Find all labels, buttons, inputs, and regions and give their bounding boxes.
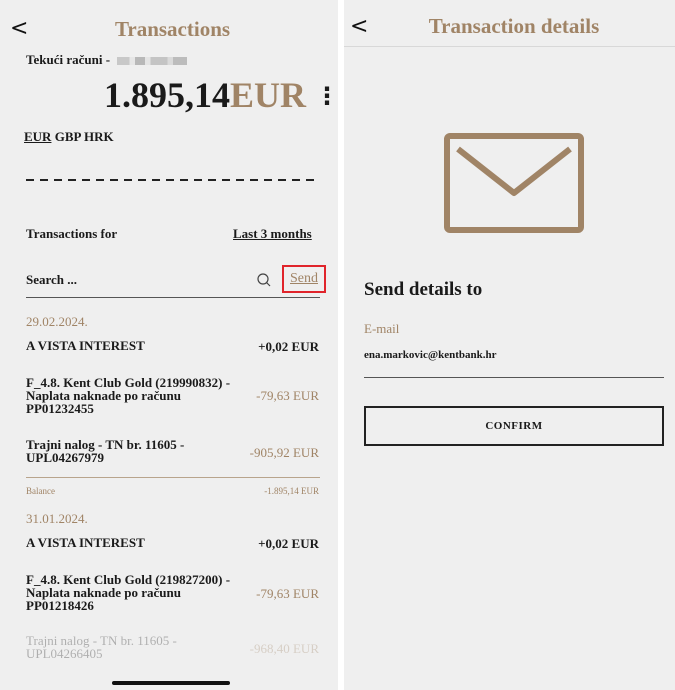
account-number-masked [117, 57, 188, 66]
transaction-amount: -79,63 EUR [256, 586, 319, 601]
confirm-button[interactable]: CONFIRM [364, 406, 664, 446]
transaction-amount: -79,63 EUR [256, 388, 319, 403]
balance-label: Balance [26, 486, 55, 496]
transactions-for-label: Transactions for [26, 226, 118, 241]
currency-selector: EUR GBP HRK [24, 129, 114, 145]
currency-hrk[interactable]: HRK [84, 129, 114, 144]
currency-eur[interactable]: EUR [24, 129, 51, 144]
balance-amount: 1.895,14 [104, 75, 230, 115]
transaction-amount: +0,02 EUR [258, 339, 319, 354]
more-icon[interactable]: ⋮ [315, 82, 338, 110]
page-title: Transactions [114, 17, 231, 41]
date-header: 31.01.2024. [26, 511, 88, 526]
transaction-title[interactable]: Trajni nalog - TN br. 11605 - UPL0426797… [26, 438, 221, 464]
chart-placeholder-line [26, 179, 320, 181]
home-indicator [112, 681, 230, 685]
send-button[interactable]: Send [290, 271, 318, 287]
balance-currency: EUR [230, 75, 307, 115]
transaction-amount: -968,40 EUR [249, 641, 319, 656]
search-icon[interactable] [256, 272, 272, 288]
transaction-details-screen: < Transaction details Send details to E-… [344, 0, 675, 690]
header-divider [344, 46, 675, 47]
account-label: Tekući računi - [26, 52, 188, 68]
transaction-amount: +0,02 EUR [258, 536, 319, 551]
page-title: Transaction details [428, 14, 600, 38]
balance-value: -1.895,14 EUR [264, 486, 319, 496]
send-details-title: Send details to [364, 279, 483, 300]
search-underline [26, 297, 320, 298]
transactions-screen: < Transactions Tekući računi - 1.895,14 … [0, 0, 338, 690]
transaction-title[interactable]: Trajni nalog - TN br. 11605 - UPL0426640… [26, 634, 221, 660]
transaction-title[interactable]: A VISTA INTEREST [26, 536, 236, 549]
email-field[interactable]: ena.markovic@kentbank.hr [364, 349, 496, 361]
email-label: E-mail [364, 321, 400, 336]
period-selector[interactable]: Last 3 months [233, 226, 312, 242]
balance-divider [26, 477, 320, 478]
search-input[interactable]: Search ... [26, 272, 77, 288]
back-button[interactable]: < [350, 14, 368, 39]
email-underline [364, 377, 664, 378]
transaction-title[interactable]: F_4.8. Kent Club Gold (219827200) - Napl… [26, 573, 246, 612]
transaction-amount: -905,92 EUR [249, 445, 319, 460]
transaction-title[interactable]: F_4.8. Kent Club Gold (219990832) - Napl… [26, 376, 246, 415]
envelope-icon [444, 133, 584, 233]
back-button[interactable]: < [10, 16, 28, 41]
currency-gbp[interactable]: GBP [55, 129, 81, 144]
transaction-title[interactable]: A VISTA INTEREST [26, 339, 236, 352]
date-header: 29.02.2024. [26, 314, 88, 329]
